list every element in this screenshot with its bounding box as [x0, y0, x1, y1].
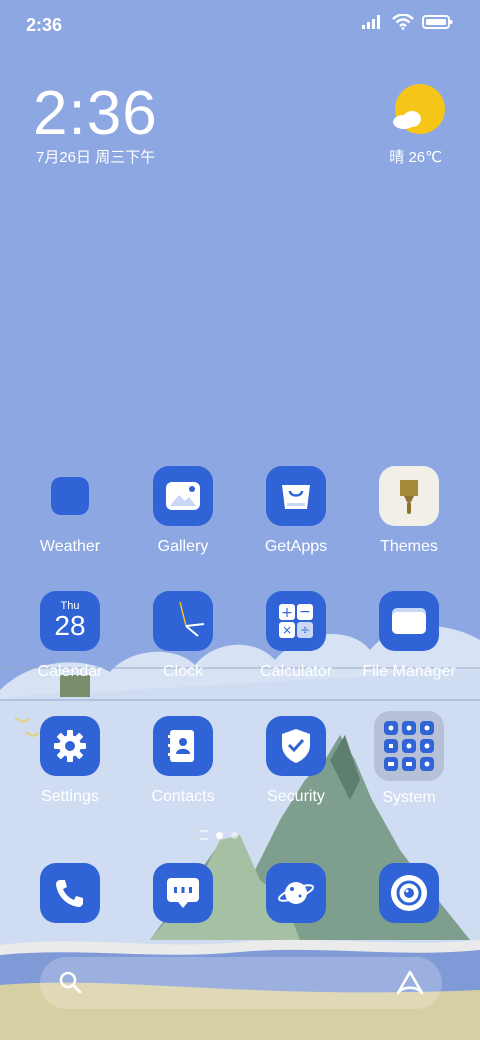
- app-label: Themes: [380, 538, 438, 555]
- weather-icon: [51, 477, 89, 515]
- app-label: Calculator: [259, 663, 333, 680]
- app-label: Gallery: [157, 538, 209, 555]
- wifi-icon: [392, 14, 414, 30]
- clock-icon: [179, 601, 205, 637]
- sun-cloud-icon[interactable]: [390, 82, 446, 138]
- app-label: Clock: [162, 663, 203, 680]
- phone-icon: [56, 880, 83, 907]
- svg-text:÷: ÷: [300, 623, 310, 637]
- app-getapps[interactable]: GetApps: [241, 466, 351, 556]
- app-label: GetApps: [264, 538, 328, 555]
- getapps-icon: [282, 485, 310, 509]
- system-folder-icon: [384, 721, 434, 771]
- app-label: Weather: [39, 538, 101, 555]
- camera-icon: [391, 875, 427, 911]
- gear-icon: [54, 730, 86, 762]
- app-weather[interactable]: Weather: [15, 466, 125, 556]
- app-gallery[interactable]: Gallery: [128, 466, 238, 556]
- battery-icon: [422, 15, 453, 29]
- svg-text:×: ×: [282, 623, 292, 637]
- calendar-icon: Thu 28: [40, 591, 100, 651]
- app-settings[interactable]: Settings: [15, 716, 125, 806]
- app-label: Calendar: [37, 663, 103, 680]
- weather-text: 晴 26℃: [389, 149, 442, 166]
- status-time: 2:36: [26, 15, 63, 35]
- clock-widget-time[interactable]: 2:36: [33, 78, 158, 149]
- calculator-icon: + − × ÷: [279, 604, 313, 638]
- assistant-icon[interactable]: [396, 970, 424, 996]
- app-file-manager[interactable]: File Manager: [354, 591, 464, 681]
- dock-messages[interactable]: [128, 863, 238, 923]
- svg-text:+: +: [281, 605, 293, 621]
- page-indicator-dot-active: [216, 831, 223, 839]
- app-clock[interactable]: Clock: [128, 591, 238, 681]
- contacts-icon: [168, 730, 194, 762]
- app-system-folder[interactable]: System: [354, 711, 464, 807]
- status-icons: [362, 14, 454, 30]
- search-icon[interactable]: [58, 970, 84, 996]
- app-label: System: [382, 789, 436, 806]
- search-bar[interactable]: [40, 957, 442, 1009]
- app-label: Security: [267, 788, 325, 805]
- dock-browser[interactable]: [241, 863, 351, 923]
- clock-widget-date: 7月26日 周三下午: [36, 149, 156, 166]
- app-label: Settings: [41, 788, 99, 805]
- app-calendar[interactable]: Thu 28 Calendar: [15, 591, 125, 681]
- folder-icon: [392, 608, 426, 634]
- app-calculator[interactable]: + − × ÷ Calculator: [241, 591, 351, 681]
- page-indicator-minus-one: [200, 830, 208, 840]
- page-indicator[interactable]: [200, 830, 238, 840]
- app-contacts[interactable]: Contacts: [128, 716, 238, 806]
- calendar-date: 28: [54, 610, 86, 641]
- page-indicator-dot: [231, 831, 238, 839]
- svg-text:−: −: [299, 604, 311, 620]
- messages-icon: [167, 878, 199, 908]
- dock-camera[interactable]: [354, 863, 464, 923]
- status-bar: 2:36: [0, 0, 480, 50]
- themes-brush-icon: [400, 480, 418, 514]
- signal-icon: [362, 15, 380, 29]
- app-security[interactable]: Security: [241, 716, 351, 806]
- app-themes[interactable]: Themes: [354, 466, 464, 556]
- dock-phone[interactable]: [15, 863, 125, 923]
- app-label: File Manager: [362, 663, 456, 680]
- browser-planet-icon: [277, 882, 315, 904]
- shield-check-icon: [282, 729, 310, 763]
- gallery-icon: [166, 482, 200, 510]
- app-label: Contacts: [151, 788, 215, 805]
